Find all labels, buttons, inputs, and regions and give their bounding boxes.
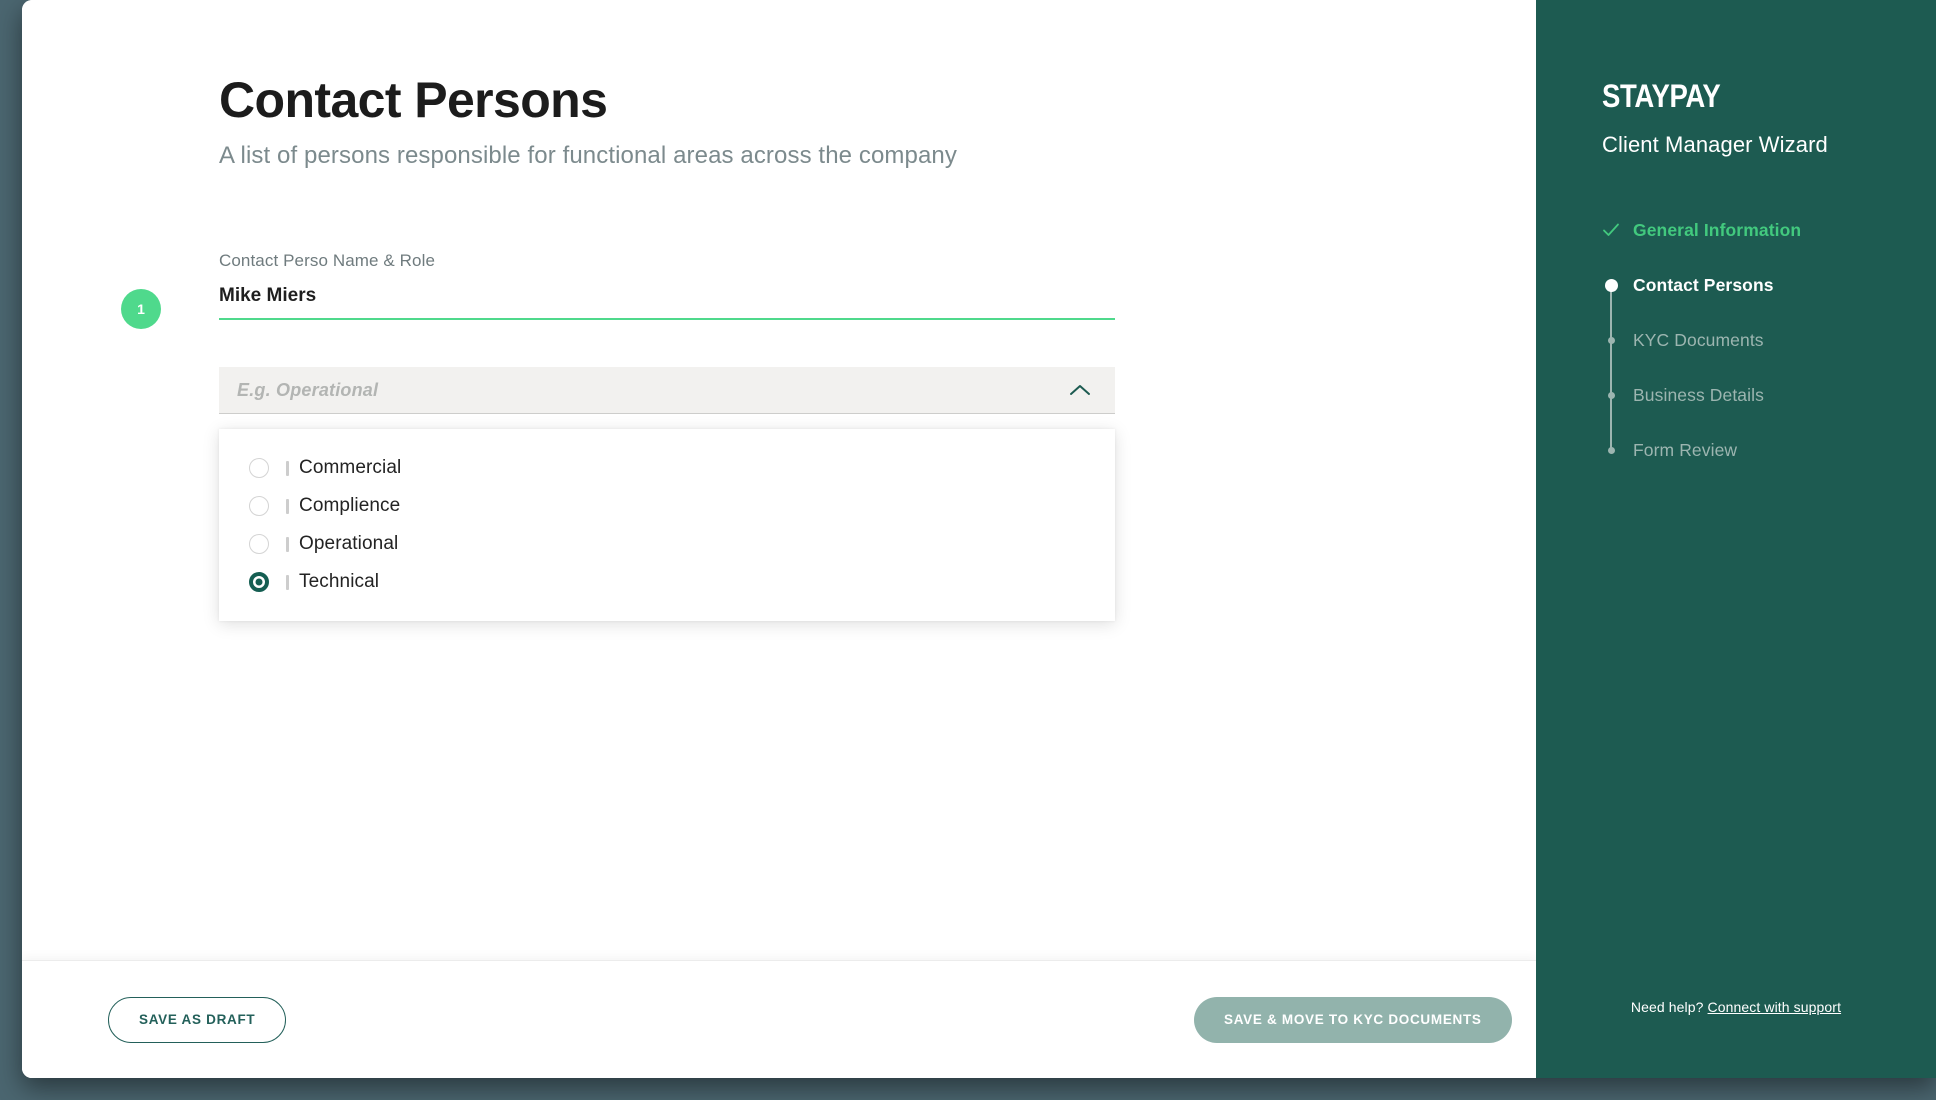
- role-option[interactable]: Complience: [219, 487, 1115, 525]
- radio-selected-icon[interactable]: [249, 572, 269, 592]
- support-prefix: Need help?: [1630, 999, 1704, 1015]
- radio-unselected-icon[interactable]: [249, 534, 269, 554]
- option-accent-bar: [286, 536, 289, 552]
- stepper-connector-line: [1610, 286, 1612, 453]
- wizard-step-business-details[interactable]: Business Details: [1602, 383, 1902, 407]
- page-title: Contact Persons: [219, 72, 608, 128]
- wizard-step-label: General Information: [1633, 219, 1802, 240]
- role-options-dropdown: Commercial Complience Operational Technical: [219, 429, 1115, 621]
- save-and-move-to-kyc-documents-button[interactable]: SAVE & MOVE TO KYC DOCUMENTS: [1194, 996, 1512, 1043]
- staypay-logo: STAYPAY: [1602, 78, 1721, 114]
- role-option[interactable]: Operational: [219, 525, 1115, 563]
- wizard-step-kyc-documents[interactable]: KYC Documents: [1602, 328, 1902, 352]
- role-option-label: Complience: [299, 495, 401, 516]
- step-dot-active-icon: [1602, 273, 1620, 297]
- step-dot-icon: [1602, 438, 1620, 462]
- radio-unselected-icon[interactable]: [249, 458, 269, 478]
- radio-unselected-icon[interactable]: [249, 496, 269, 516]
- wizard-sidebar: STAYPAY Client Manager Wizard General In…: [1536, 0, 1936, 1078]
- entry-number-badge: 1: [121, 289, 161, 329]
- step-dot-icon: [1602, 328, 1620, 352]
- main-content-area: Contact Persons A list of persons respon…: [22, 0, 1536, 1078]
- chevron-up-icon[interactable]: [1069, 383, 1091, 397]
- role-select-placeholder: E.g. Operational: [237, 379, 379, 400]
- role-option[interactable]: Technical: [219, 563, 1115, 601]
- desktop-backdrop: Contact Persons A list of persons respon…: [0, 0, 1936, 1100]
- app-window: Contact Persons A list of persons respon…: [22, 0, 1936, 1078]
- option-accent-bar: [286, 498, 289, 514]
- step-dot-icon: [1602, 383, 1620, 407]
- wizard-step-label: Business Details: [1633, 384, 1764, 405]
- role-option[interactable]: Commercial: [219, 449, 1115, 487]
- role-option-label: Commercial: [299, 457, 402, 478]
- role-select-control[interactable]: E.g. Operational: [219, 367, 1115, 414]
- wizard-step-label: KYC Documents: [1633, 329, 1764, 350]
- name-field-label: Contact Perso Name & Role: [219, 251, 436, 270]
- wizard-step-contact-persons[interactable]: Contact Persons: [1602, 273, 1902, 297]
- wizard-step-label: Contact Persons: [1633, 274, 1774, 295]
- support-footer: Need help? Connect with support: [1536, 999, 1936, 1015]
- option-accent-bar: [286, 460, 289, 476]
- form-content: Contact Persons A list of persons respon…: [22, 0, 1536, 960]
- option-accent-bar: [286, 574, 289, 590]
- form-footer: SAVE AS DRAFT SAVE & MOVE TO KYC DOCUMEN…: [22, 960, 1536, 1078]
- wizard-stepper: General Information Contact Persons KYC Do…: [1602, 218, 1902, 462]
- save-as-draft-button[interactable]: SAVE AS DRAFT: [108, 996, 287, 1043]
- wizard-step-label: Form Review: [1633, 439, 1738, 460]
- contact-name-input[interactable]: [219, 285, 1115, 320]
- wizard-step-form-review[interactable]: Form Review: [1602, 438, 1902, 462]
- contact-person-entry: 1 Contact Perso Name & Role E.g. Operati…: [121, 251, 1115, 621]
- check-icon: [1602, 218, 1620, 242]
- role-option-label: Technical: [299, 571, 380, 592]
- page-subtitle: A list of persons responsible for functi…: [219, 142, 957, 169]
- wizard-subtitle: Client Manager Wizard: [1602, 132, 1828, 157]
- wizard-step-general-information[interactable]: General Information: [1602, 218, 1902, 242]
- role-option-label: Operational: [299, 533, 399, 554]
- role-select-wrapper: E.g. Operational Commercial Complience Ope…: [219, 367, 1115, 621]
- connect-with-support-link[interactable]: Connect with support: [1708, 999, 1842, 1015]
